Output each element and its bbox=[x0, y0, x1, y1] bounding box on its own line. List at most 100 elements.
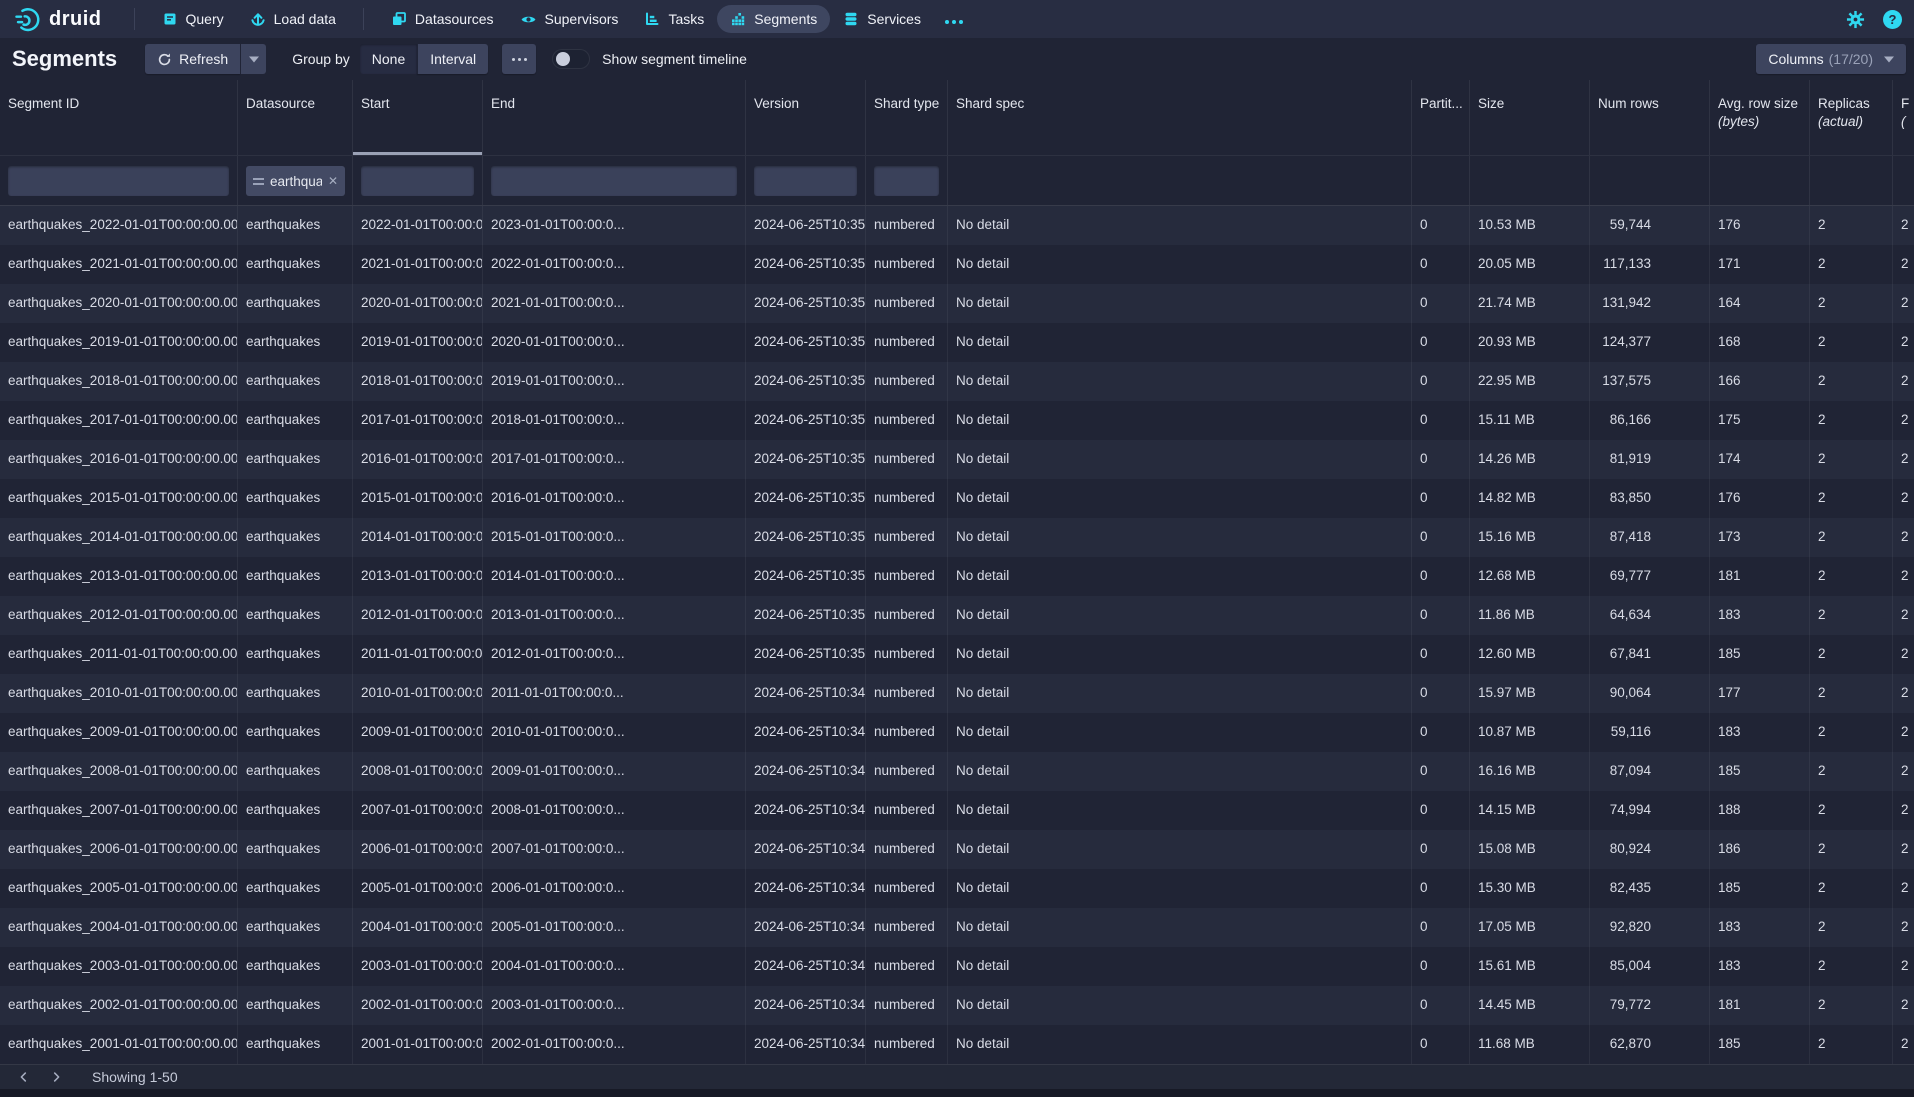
column-header-shard-spec[interactable]: Shard spec bbox=[948, 80, 1412, 155]
cell-shard_type: numbered bbox=[866, 479, 948, 518]
table-row[interactable]: earthquakes_2001-01-01T00:00:00.00...ear… bbox=[0, 1025, 1914, 1064]
nav-item-datasources[interactable]: Datasources bbox=[378, 5, 507, 33]
filter-segment-id-input[interactable] bbox=[8, 166, 229, 196]
cell-size: 11.68 MB bbox=[1470, 1025, 1590, 1064]
cell-partition: 0 bbox=[1412, 869, 1470, 908]
column-header-segment-id[interactable]: Segment ID bbox=[0, 80, 238, 155]
cell-num_rows: 67,841 bbox=[1590, 635, 1710, 674]
group-by-none-button[interactable]: None bbox=[360, 44, 417, 74]
table-row[interactable]: earthquakes_2003-01-01T00:00:00.00...ear… bbox=[0, 947, 1914, 986]
cell-shard_type: numbered bbox=[866, 635, 948, 674]
cell-datasource: earthquakes bbox=[238, 830, 353, 869]
cell-start: 2006-01-01T00:00:0... bbox=[353, 830, 483, 869]
cell-size: 14.82 MB bbox=[1470, 479, 1590, 518]
cell-replicas: 2 bbox=[1810, 518, 1893, 557]
cell-replication_factor: 2 bbox=[1893, 908, 1914, 947]
segment-timeline-toggle[interactable] bbox=[552, 49, 590, 69]
table-row[interactable]: earthquakes_2017-01-01T00:00:00.00...ear… bbox=[0, 401, 1914, 440]
table-row[interactable]: earthquakes_2022-01-01T00:00:00.00...ear… bbox=[0, 206, 1914, 245]
cell-shard_type: numbered bbox=[866, 518, 948, 557]
column-header-replication-factor[interactable]: F( bbox=[1893, 80, 1914, 155]
cell-start: 2015-01-01T00:00:0... bbox=[353, 479, 483, 518]
cell-partition: 0 bbox=[1412, 986, 1470, 1025]
cell-end: 2007-01-01T00:00:0... bbox=[483, 830, 746, 869]
column-header-start[interactable]: Start bbox=[353, 80, 483, 155]
cell-segment_id: earthquakes_2014-01-01T00:00:00.00... bbox=[0, 518, 238, 557]
cell-datasource: earthquakes bbox=[238, 401, 353, 440]
filter-start-input[interactable] bbox=[361, 166, 474, 196]
more-actions-button[interactable] bbox=[502, 44, 536, 74]
cell-avg_row_size: 177 bbox=[1710, 674, 1810, 713]
table-row[interactable]: earthquakes_2015-01-01T00:00:00.00...ear… bbox=[0, 479, 1914, 518]
cell-partition: 0 bbox=[1412, 362, 1470, 401]
table-row[interactable]: earthquakes_2016-01-01T00:00:00.00...ear… bbox=[0, 440, 1914, 479]
column-header-datasource[interactable]: Datasource bbox=[238, 80, 353, 155]
refresh-dropdown-caret[interactable] bbox=[240, 44, 266, 74]
cell-end: 2009-01-01T00:00:0... bbox=[483, 752, 746, 791]
table-row[interactable]: earthquakes_2011-01-01T00:00:00.00...ear… bbox=[0, 635, 1914, 674]
datasources-icon bbox=[391, 11, 407, 27]
refresh-button[interactable]: Refresh bbox=[145, 44, 240, 74]
table-row[interactable]: earthquakes_2020-01-01T00:00:00.00...ear… bbox=[0, 284, 1914, 323]
settings-gear-icon[interactable] bbox=[1846, 10, 1865, 29]
cell-end: 2002-01-01T00:00:0... bbox=[483, 1025, 746, 1064]
table-row[interactable]: earthquakes_2021-01-01T00:00:00.00...ear… bbox=[0, 245, 1914, 284]
cell-replication_factor: 2 bbox=[1893, 284, 1914, 323]
cell-replication_factor: 2 bbox=[1893, 245, 1914, 284]
table-row[interactable]: earthquakes_2002-01-01T00:00:00.00...ear… bbox=[0, 986, 1914, 1025]
nav-item-load-data[interactable]: Load data bbox=[237, 5, 349, 33]
column-header-version[interactable]: Version bbox=[746, 80, 866, 155]
column-header-avg-row-size[interactable]: Avg. row size(bytes) bbox=[1710, 80, 1810, 155]
help-icon[interactable]: ? bbox=[1883, 10, 1902, 29]
remove-filter-icon[interactable]: ✕ bbox=[328, 174, 338, 188]
cell-num_rows: 85,004 bbox=[1590, 947, 1710, 986]
cell-avg_row_size: 183 bbox=[1710, 947, 1810, 986]
cell-datasource: earthquakes bbox=[238, 791, 353, 830]
cell-segment_id: earthquakes_2002-01-01T00:00:00.00... bbox=[0, 986, 238, 1025]
bottom-strip bbox=[0, 1089, 1914, 1097]
next-page-button[interactable] bbox=[42, 1066, 70, 1088]
nav-item-query[interactable]: Query bbox=[149, 5, 237, 33]
nav-more-button[interactable] bbox=[934, 5, 975, 33]
filter-shard-type-input[interactable] bbox=[874, 166, 939, 196]
table-row[interactable]: earthquakes_2010-01-01T00:00:00.00...ear… bbox=[0, 674, 1914, 713]
table-row[interactable]: earthquakes_2007-01-01T00:00:00.00...ear… bbox=[0, 791, 1914, 830]
cell-shard_type: numbered bbox=[866, 752, 948, 791]
table-row[interactable]: earthquakes_2004-01-01T00:00:00.00...ear… bbox=[0, 908, 1914, 947]
columns-picker-button[interactable]: Columns (17/20) bbox=[1756, 44, 1906, 74]
column-header-partition[interactable]: Partit... bbox=[1412, 80, 1470, 155]
columns-label: Columns bbox=[1768, 51, 1823, 67]
cell-avg_row_size: 176 bbox=[1710, 206, 1810, 245]
column-header-end[interactable]: End bbox=[483, 80, 746, 155]
filter-end-input[interactable] bbox=[491, 166, 737, 196]
table-row[interactable]: earthquakes_2009-01-01T00:00:00.00...ear… bbox=[0, 713, 1914, 752]
filter-version-input[interactable] bbox=[754, 166, 857, 196]
nav-item-tasks[interactable]: Tasks bbox=[631, 5, 717, 33]
nav-item-supervisors[interactable]: Supervisors bbox=[507, 5, 632, 34]
previous-page-button[interactable] bbox=[10, 1066, 38, 1088]
table-row[interactable]: earthquakes_2014-01-01T00:00:00.00...ear… bbox=[0, 518, 1914, 557]
table-row[interactable]: earthquakes_2006-01-01T00:00:00.00...ear… bbox=[0, 830, 1914, 869]
table-row[interactable]: earthquakes_2018-01-01T00:00:00.00...ear… bbox=[0, 362, 1914, 401]
cell-avg_row_size: 183 bbox=[1710, 713, 1810, 752]
table-row[interactable]: earthquakes_2013-01-01T00:00:00.00...ear… bbox=[0, 557, 1914, 596]
column-header-size[interactable]: Size bbox=[1470, 80, 1590, 155]
nav-item-services[interactable]: Services bbox=[830, 5, 934, 33]
group-by-interval-button[interactable]: Interval bbox=[417, 44, 488, 74]
cell-end: 2015-01-01T00:00:0... bbox=[483, 518, 746, 557]
column-header-shard-type[interactable]: Shard type bbox=[866, 80, 948, 155]
table-row[interactable]: earthquakes_2005-01-01T00:00:00.00...ear… bbox=[0, 869, 1914, 908]
druid-logo[interactable]: druid bbox=[14, 6, 102, 33]
nav-item-segments[interactable]: Segments bbox=[717, 5, 830, 33]
cell-segment_id: earthquakes_2009-01-01T00:00:00.00... bbox=[0, 713, 238, 752]
cell-segment_id: earthquakes_2007-01-01T00:00:00.00... bbox=[0, 791, 238, 830]
table-row[interactable]: earthquakes_2012-01-01T00:00:00.00...ear… bbox=[0, 596, 1914, 635]
column-header-num-rows[interactable]: Num rows bbox=[1590, 80, 1710, 155]
cell-partition: 0 bbox=[1412, 323, 1470, 362]
supervisors-icon bbox=[520, 11, 537, 28]
column-header-replicas[interactable]: Replicas(actual) bbox=[1810, 80, 1893, 155]
cell-size: 15.30 MB bbox=[1470, 869, 1590, 908]
table-row[interactable]: earthquakes_2019-01-01T00:00:00.00...ear… bbox=[0, 323, 1914, 362]
datasource-filter-tag[interactable]: earthquakes ✕ bbox=[246, 166, 345, 196]
table-row[interactable]: earthquakes_2008-01-01T00:00:00.00...ear… bbox=[0, 752, 1914, 791]
